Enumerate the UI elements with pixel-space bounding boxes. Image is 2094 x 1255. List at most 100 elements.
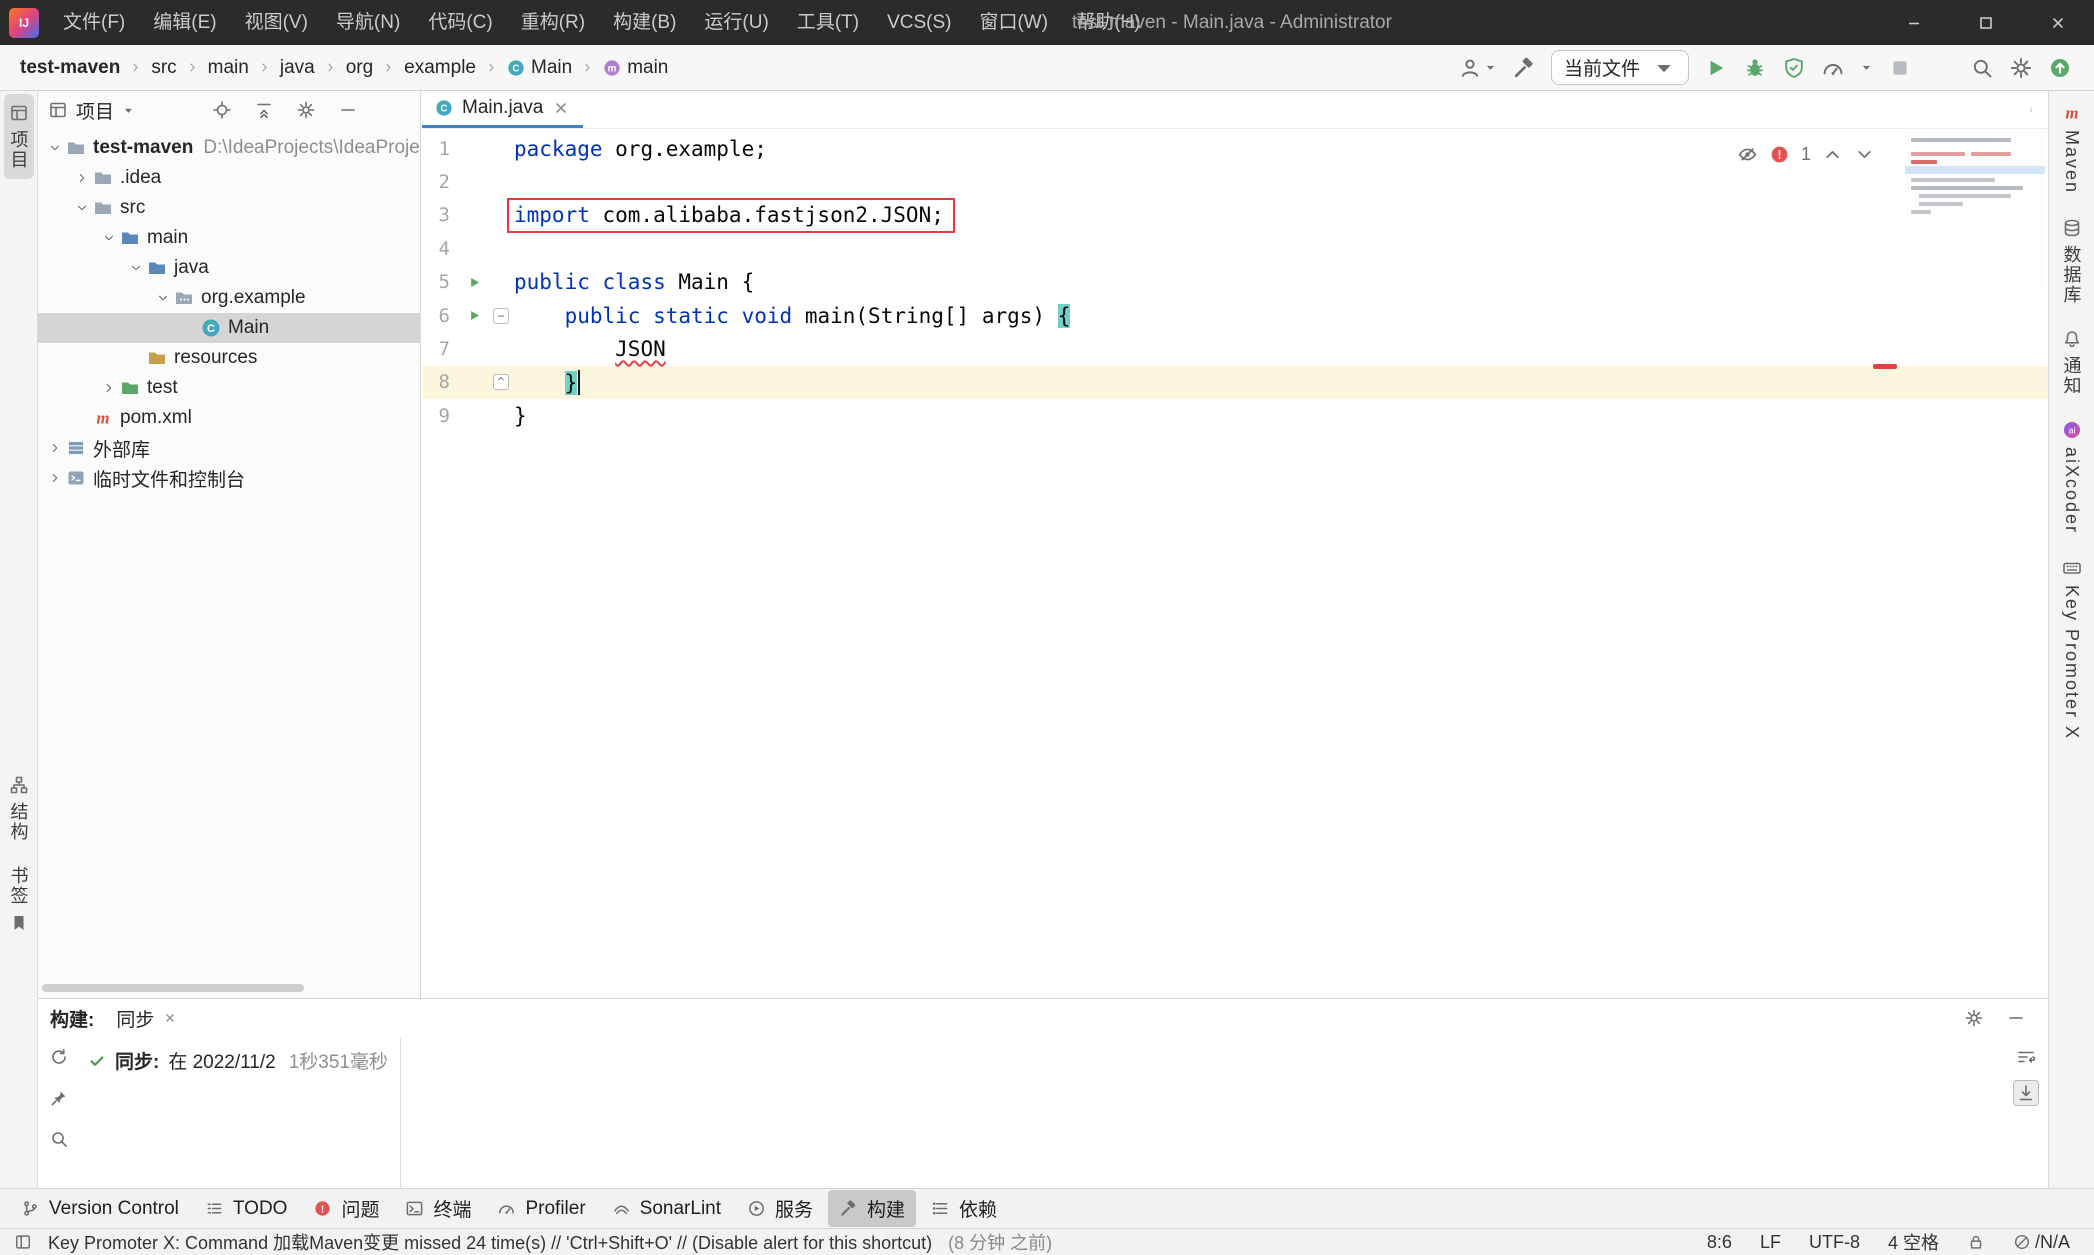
- line-separator[interactable]: LF: [1760, 1232, 1781, 1253]
- menu-文件(F)[interactable]: 文件(F): [49, 0, 139, 45]
- code-line-6[interactable]: 6− public static void main(String[] args…: [422, 299, 2048, 332]
- menu-窗口(W)[interactable]: 窗口(W): [965, 0, 1062, 45]
- editor-body[interactable]: 1package org.example;23import com.alibab…: [422, 130, 2048, 998]
- tab-options-icon[interactable]: [2028, 100, 2048, 120]
- tree-item-test[interactable]: test: [38, 373, 420, 403]
- code-line-8[interactable]: 8^ }: [422, 366, 2048, 399]
- chevron-right-icon[interactable]: [71, 167, 93, 189]
- code-line-5[interactable]: 5public class Main {: [422, 266, 2048, 299]
- run-gutter-icon[interactable]: [460, 308, 488, 323]
- tree-item-Main[interactable]: CMain: [38, 313, 420, 343]
- menu-导航(N)[interactable]: 导航(N): [322, 0, 414, 45]
- hide-button[interactable]: [336, 98, 360, 122]
- menu-工具(T)[interactable]: 工具(T): [783, 0, 873, 45]
- build-tab-close-icon[interactable]: [163, 1011, 177, 1025]
- toolwindow-button-Profiler[interactable]: Profiler: [486, 1193, 596, 1225]
- more-run-options[interactable]: [1860, 61, 1873, 74]
- chevron-right-icon[interactable]: [44, 437, 66, 459]
- toolwindow-button-构建[interactable]: 构建: [828, 1190, 916, 1227]
- profiler-button[interactable]: [1821, 56, 1845, 80]
- settings-button[interactable]: [294, 98, 318, 122]
- stripe-item-数据库[interactable]: 数据库: [2057, 209, 2087, 314]
- tree-item-pom.xml[interactable]: mpom.xml: [38, 403, 420, 433]
- softwrap-button[interactable]: [2013, 1045, 2039, 1069]
- menu-运行(U)[interactable]: 运行(U): [690, 0, 782, 45]
- highlighting-level-icon[interactable]: [1737, 144, 1758, 165]
- toolwindow-button-TODO[interactable]: TODO: [194, 1193, 299, 1225]
- tree-item-org.example[interactable]: org.example: [38, 283, 420, 313]
- tree-item-test-maven[interactable]: test-mavenD:\IdeaProjects\IdeaProje: [38, 133, 420, 163]
- maximize-button[interactable]: [1950, 0, 2022, 45]
- scrollend-button[interactable]: [2013, 1080, 2039, 1106]
- code-text[interactable]: }: [514, 404, 2048, 428]
- code-line-4[interactable]: 4: [422, 232, 2048, 265]
- code-text[interactable]: public class Main {: [514, 270, 2048, 294]
- close-button[interactable]: [2022, 0, 2094, 45]
- code-line-9[interactable]: 9}: [422, 399, 2048, 432]
- stripe-item-结构[interactable]: 结构: [4, 766, 34, 851]
- collapse-button[interactable]: [252, 98, 276, 122]
- stripe-item-书签[interactable]: 书签: [4, 857, 34, 942]
- menu-代码(C)[interactable]: 代码(C): [414, 0, 506, 45]
- tree-item-main[interactable]: main: [38, 223, 420, 253]
- tree-item-.idea[interactable]: .idea: [38, 163, 420, 193]
- toolwindow-button-SonarLint[interactable]: SonarLint: [601, 1193, 732, 1225]
- coverage-button[interactable]: [1782, 56, 1806, 80]
- fold-close-icon[interactable]: ^: [488, 374, 514, 390]
- project-view-caret-icon[interactable]: [122, 104, 135, 117]
- build-hide-button[interactable]: [2004, 1006, 2028, 1030]
- toolwindow-button-依赖[interactable]: 依赖: [920, 1190, 1008, 1227]
- error-stripe-mark[interactable]: [1873, 364, 1897, 369]
- run-button[interactable]: [1704, 56, 1728, 80]
- run-configurations-combo[interactable]: 当前文件: [1551, 50, 1689, 85]
- build-settings-button[interactable]: [1962, 1006, 1986, 1030]
- code-text[interactable]: import com.alibaba.fastjson2.JSON;: [514, 203, 2048, 227]
- toolwindow-button-Version Control[interactable]: Version Control: [10, 1193, 190, 1225]
- tab-main-java[interactable]: C Main.java: [422, 91, 583, 128]
- debug-button[interactable]: [1743, 56, 1767, 80]
- user-profile[interactable]: [1458, 56, 1497, 80]
- code-line-2[interactable]: 2: [422, 165, 2048, 198]
- chevron-down-icon[interactable]: [152, 287, 174, 309]
- run-gutter-icon[interactable]: [460, 275, 488, 290]
- next-error-icon[interactable]: [1854, 144, 1875, 165]
- search-everywhere-button[interactable]: [1970, 56, 1994, 80]
- chevron-down-icon[interactable]: [44, 137, 66, 159]
- menu-重构(R)[interactable]: 重构(R): [507, 0, 599, 45]
- tree-item-临时文件和控制台[interactable]: 临时文件和控制台: [38, 463, 420, 493]
- settings-button[interactable]: [2009, 56, 2033, 80]
- breadcrumb-item-Main[interactable]: CMain: [503, 55, 576, 81]
- project-horizontal-scrollbar[interactable]: [42, 984, 304, 992]
- tree-item-外部库[interactable]: 外部库: [38, 433, 420, 463]
- chevron-down-icon[interactable]: [98, 227, 120, 249]
- stripe-item-项目[interactable]: 项目: [4, 94, 34, 179]
- caret-position[interactable]: 8:6: [1707, 1232, 1732, 1253]
- breadcrumb-item-org[interactable]: org: [342, 55, 377, 81]
- chevron-down-icon[interactable]: [71, 197, 93, 219]
- file-encoding[interactable]: UTF-8: [1809, 1232, 1860, 1253]
- menu-编辑(E)[interactable]: 编辑(E): [139, 0, 230, 45]
- tree-item-src[interactable]: src: [38, 193, 420, 223]
- ide-update-button[interactable]: [2048, 56, 2072, 80]
- stripe-item-通知[interactable]: 通知: [2057, 320, 2087, 405]
- build-divider[interactable]: [400, 1037, 401, 1188]
- code-line-7[interactable]: 7 JSON: [422, 332, 2048, 365]
- build-sync-row[interactable]: 同步: 在 2022/11/2 1秒351毫秒: [88, 1047, 388, 1074]
- tree-item-java[interactable]: java: [38, 253, 420, 283]
- build-tab-sync[interactable]: 同步: [116, 1005, 177, 1032]
- chevron-right-icon[interactable]: [44, 467, 66, 489]
- breadcrumb-item-java[interactable]: java: [276, 55, 319, 81]
- toolwindow-button-服务[interactable]: 服务: [736, 1190, 824, 1227]
- toolwindow-button-问题[interactable]: !问题: [302, 1190, 390, 1227]
- breadcrumb-item-main[interactable]: main: [204, 55, 253, 81]
- breadcrumb-item-src[interactable]: src: [147, 55, 180, 81]
- stripe-item-Maven[interactable]: mMaven: [2059, 94, 2084, 203]
- code-line-3[interactable]: 3import com.alibaba.fastjson2.JSON;: [422, 199, 2048, 232]
- minimize-button[interactable]: [1878, 0, 1950, 45]
- chevron-right-icon[interactable]: [98, 377, 120, 399]
- tab-close-icon[interactable]: [552, 99, 570, 117]
- tool-window-toggle-icon[interactable]: [14, 1233, 32, 1251]
- stop-button[interactable]: [1888, 56, 1912, 80]
- inspect-button[interactable]: [47, 1127, 71, 1151]
- menu-构建(B)[interactable]: 构建(B): [599, 0, 690, 45]
